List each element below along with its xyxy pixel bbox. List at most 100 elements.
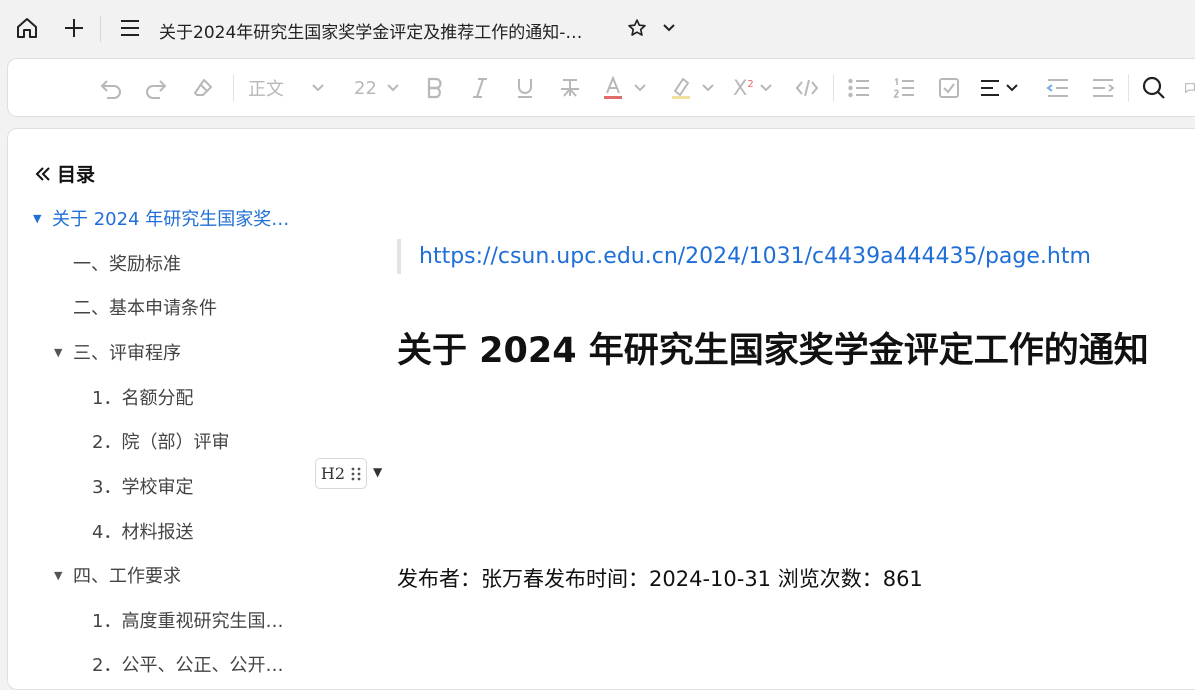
favorite-button[interactable] — [623, 14, 651, 42]
chevron-down-icon — [760, 84, 772, 92]
chevron-down-icon — [634, 84, 646, 92]
undo-button[interactable] — [98, 74, 124, 102]
toc-item-label: 三、评审程序 — [73, 343, 181, 364]
menu-button[interactable] — [116, 14, 144, 42]
block-handle[interactable]: H2 — [315, 458, 367, 489]
home-icon — [17, 18, 37, 38]
chevron-down-icon — [387, 84, 399, 92]
text-color-icon — [604, 76, 622, 99]
formatting-toolbar: 正文 22 X2 — [7, 58, 1195, 117]
menu-icon — [121, 20, 139, 36]
superscript-2: 2 — [747, 79, 754, 90]
toc-item[interactable]: 2．公平、公正、公开… — [92, 651, 283, 677]
tab-bar: 关于2024年研究生国家奖学金评定及推荐工作的通知-… — [0, 0, 1195, 58]
caret-down-icon: ▼ — [33, 211, 42, 225]
bullet-list-button[interactable] — [846, 74, 872, 102]
chevron-down-icon — [663, 24, 675, 32]
redo-button[interactable] — [143, 74, 169, 102]
toc-item-label: 关于 2024 年研究生国家奖… — [52, 209, 290, 230]
document-heading[interactable]: 关于 2024 年研究生国家奖学金评定工作的通知 — [397, 322, 1149, 373]
bullet-list-icon — [848, 78, 869, 98]
align-button[interactable] — [980, 74, 1022, 102]
toc-item[interactable]: 二、基本申请条件 — [73, 294, 217, 320]
toc-item-root[interactable]: ▼ 关于 2024 年研究生国家奖… — [33, 205, 289, 231]
toc-item-label: 2．院（部）评审 — [92, 432, 230, 453]
caret-down-icon: ▼ — [54, 345, 63, 359]
redo-icon — [146, 80, 167, 99]
font-size-select[interactable]: 22 — [354, 74, 404, 102]
toolbar-divider — [1128, 74, 1129, 102]
code-button[interactable] — [794, 74, 820, 102]
superscript-icon: X2 — [733, 76, 754, 100]
toc-item-label: 4．材料报送 — [92, 522, 194, 543]
drag-handle-icon — [351, 467, 361, 480]
text-color-button[interactable] — [602, 74, 652, 102]
toc-item[interactable]: 4．材料报送 — [92, 518, 193, 544]
format-painter-button[interactable] — [190, 74, 216, 102]
task-list-button[interactable] — [936, 74, 962, 102]
italic-button[interactable] — [467, 74, 493, 102]
chevron-down-icon — [1006, 84, 1018, 92]
publish-meta[interactable]: 发布者：张万春发布时间：2024-10-31 浏览次数：861 — [397, 563, 923, 593]
toc-item[interactable]: 1．高度重视研究生国… — [92, 607, 283, 633]
bold-button[interactable] — [422, 74, 448, 102]
font-size-value: 22 — [354, 77, 377, 99]
toolbar-divider — [233, 74, 234, 102]
toc-item-label: 二、基本申请条件 — [73, 298, 217, 319]
star-icon — [628, 19, 646, 36]
highlight-button[interactable] — [670, 74, 720, 102]
superscript-button[interactable]: X2 — [733, 74, 783, 102]
comment-icon — [1185, 83, 1195, 94]
toc-item-label: 2．公平、公正、公开… — [92, 655, 284, 676]
toc-item-label: 3．学校审定 — [92, 477, 194, 498]
code-icon — [795, 79, 819, 97]
document-tab-title[interactable]: 关于2024年研究生国家奖学金评定及推荐工作的通知-… — [159, 18, 582, 43]
heading-level-label: H2 — [320, 464, 346, 483]
toc-item[interactable]: ▼ 三、评审程序 — [54, 339, 181, 365]
toc-item-label: 一、奖励标准 — [73, 254, 181, 275]
toc-item-label: 1．高度重视研究生国… — [92, 611, 284, 632]
toc-header[interactable]: 目录 — [35, 160, 95, 187]
undo-icon — [100, 80, 121, 99]
strikethrough-button[interactable] — [557, 74, 583, 102]
home-button[interactable] — [13, 14, 41, 42]
eraser-icon — [194, 79, 212, 96]
toc-item[interactable]: 1．名额分配 — [92, 384, 193, 410]
toc-item[interactable]: 一、奖励标准 — [73, 250, 181, 276]
tabbar-divider — [100, 16, 101, 42]
search-button[interactable] — [1141, 74, 1167, 102]
outdent-button[interactable] — [1045, 74, 1071, 102]
double-chevron-left-icon — [35, 166, 50, 181]
collapse-caret-icon[interactable]: ▼ — [373, 465, 382, 479]
toc-item[interactable]: ▼ 四、工作要求 — [54, 562, 181, 588]
toc-item-label: 1．名额分配 — [92, 388, 194, 409]
outdent-icon — [1046, 79, 1068, 97]
underline-button[interactable] — [512, 74, 538, 102]
toc-title: 目录 — [57, 164, 96, 186]
strikethrough-icon — [561, 79, 579, 97]
caret-down-icon: ▼ — [54, 568, 63, 582]
align-left-icon — [981, 80, 999, 96]
underline-icon — [518, 79, 532, 98]
chevron-down-icon — [312, 84, 324, 92]
indent-icon — [1093, 79, 1115, 97]
new-tab-button[interactable] — [60, 14, 88, 42]
search-icon — [1142, 76, 1165, 99]
toolbar-divider — [833, 74, 834, 102]
paragraph-style-select[interactable]: 正文 — [248, 74, 333, 102]
italic-icon — [473, 78, 487, 98]
toc-item[interactable]: 2．院（部）评审 — [92, 428, 229, 454]
plus-icon — [65, 19, 83, 37]
tab-dropdown-button[interactable] — [655, 14, 683, 42]
numbered-list-icon — [893, 77, 914, 98]
source-link[interactable]: https://csun.upc.edu.cn/2024/1031/c4439a… — [419, 244, 1091, 269]
blockquote-bar — [397, 239, 401, 274]
indent-button[interactable] — [1090, 74, 1116, 102]
comment-button[interactable] — [1184, 74, 1195, 102]
superscript-x: X — [733, 76, 748, 100]
checkbox-icon — [939, 78, 959, 98]
numbered-list-button[interactable] — [891, 74, 917, 102]
toc-item[interactable]: 3．学校审定 — [92, 473, 193, 499]
highlighter-icon — [672, 78, 690, 99]
bold-icon — [427, 77, 442, 99]
